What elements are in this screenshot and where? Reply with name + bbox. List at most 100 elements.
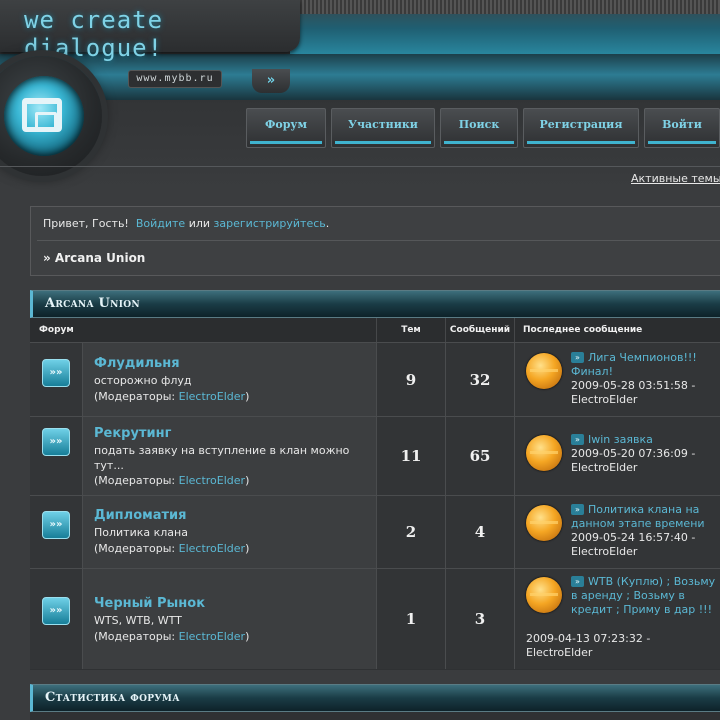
greeting-suffix: . xyxy=(325,217,330,230)
moderator-link[interactable]: ElectroElder xyxy=(179,390,245,403)
last-post-cell: » Политика клана на данном этапе времени … xyxy=(515,496,720,568)
mods-suffix: ) xyxy=(245,474,250,487)
forum-icon-cell: »» xyxy=(30,343,83,416)
last-post-link[interactable]: Iwin заявка xyxy=(588,433,653,446)
forum-row: »» Дипломатия Политика клана (Модераторы… xyxy=(30,495,720,568)
topic-count: 2 xyxy=(377,496,446,568)
last-post-cell: » WTB (Куплю) ; Возьму в аренду ; Возьму … xyxy=(515,569,720,669)
nav-forum[interactable]: Форум xyxy=(246,108,326,148)
mods-suffix: ) xyxy=(245,542,250,555)
forum-row: »» Черный Рынок WTS, WTB, WTT (Модератор… xyxy=(30,568,720,669)
site-slogan: we create dialogue! xyxy=(24,6,164,62)
forum-moderators: (Модераторы: ElectroElder) xyxy=(94,630,249,643)
breadcrumb[interactable]: » Arcana Union xyxy=(43,251,145,265)
forum-status-icon: »» xyxy=(42,428,70,456)
forum-description: подать заявку на вступление в клан можно… xyxy=(94,444,350,472)
topic-count: 11 xyxy=(377,417,446,495)
post-count: 4 xyxy=(446,496,515,568)
column-header-last-post: Последнее сообщение xyxy=(515,318,720,342)
go-to-post-icon[interactable]: » xyxy=(571,352,584,363)
last-post-link[interactable]: Политика клана на данном этапе времени xyxy=(571,503,705,530)
mods-suffix: ) xyxy=(245,390,250,403)
active-topics-bar: Активные темы xyxy=(0,166,720,190)
forum-moderators: (Модераторы: ElectroElder) xyxy=(94,474,249,487)
mods-suffix: ) xyxy=(245,630,250,643)
moderator-link[interactable]: ElectroElder xyxy=(179,630,245,643)
forum-row: »» Флудильня осторожно флуд (Модераторы:… xyxy=(30,342,720,416)
go-to-post-icon[interactable]: » xyxy=(571,434,584,445)
url-go-button[interactable]: » xyxy=(252,69,290,93)
greeting-or: или xyxy=(188,217,211,230)
forum-moderators: (Модераторы: ElectroElder) xyxy=(94,542,249,555)
last-post-author: ElectroElder xyxy=(571,393,638,406)
forum-moderators: (Модераторы: ElectroElder) xyxy=(94,390,249,403)
stats-title: Статистика форума xyxy=(45,690,180,705)
post-count: 65 xyxy=(446,417,515,495)
forum-name-link[interactable]: Дипломатия xyxy=(94,508,187,523)
last-post-link[interactable]: Лига Чемпионов!!! Финал! xyxy=(571,351,697,378)
last-post-cell: » Iwin заявка 2009-05-20 07:36:09 - Elect… xyxy=(515,417,720,495)
mods-prefix: (Модераторы: xyxy=(94,630,176,643)
column-header-forum: Форум xyxy=(30,318,377,342)
nav-search[interactable]: Поиск xyxy=(440,108,518,148)
last-post-author: ElectroElder xyxy=(526,646,593,659)
last-post-date: 2009-05-20 07:36:09 - xyxy=(571,447,696,460)
register-link[interactable]: зарегистрируйтесь xyxy=(214,217,326,230)
last-post-info: 2009-04-13 07:23:32 - ElectroElder xyxy=(526,632,716,660)
last-post-info: » Политика клана на данном этапе времени … xyxy=(571,503,720,559)
forum-icon-cell: »» xyxy=(30,569,83,669)
category-title: Arcana Union xyxy=(45,296,140,311)
go-to-post-icon[interactable]: » xyxy=(571,576,584,587)
last-post-cell: » Лига Чемпионов!!! Финал! 2009-05-28 03:… xyxy=(515,343,720,416)
forum-row: »» Рекрутинг подать заявку на вступление… xyxy=(30,416,720,495)
last-post-link[interactable]: WTB (Куплю) ; Возьму в аренду ; Возьму в… xyxy=(571,575,715,616)
login-link[interactable]: Войдите xyxy=(136,217,185,230)
last-post-info: » Лига Чемпионов!!! Финал! 2009-05-28 03:… xyxy=(571,351,720,407)
main-nav: Форум Участники Поиск Регистрация Войти xyxy=(246,108,720,148)
title-plate: we create dialogue! xyxy=(0,0,300,62)
forum-description: осторожно флуд xyxy=(94,374,192,387)
last-post-title-block: » WTB (Куплю) ; Возьму в аренду ; Возьму … xyxy=(571,575,720,617)
last-post-date: 2009-05-28 03:51:58 - xyxy=(571,379,696,392)
nav-register[interactable]: Регистрация xyxy=(523,108,639,148)
mods-prefix: (Модераторы: xyxy=(94,474,176,487)
category-header[interactable]: Arcana Union xyxy=(30,290,720,318)
logo-glyph-icon xyxy=(22,98,62,132)
last-post-author: ElectroElder xyxy=(571,461,638,474)
last-post-date: 2009-04-13 07:23:32 - xyxy=(526,632,651,645)
nav-login[interactable]: Войти xyxy=(644,108,720,148)
nav-members[interactable]: Участники xyxy=(331,108,435,148)
column-header-topics: Тем xyxy=(377,318,446,342)
forum-name-link[interactable]: Черный Рынок xyxy=(94,596,205,611)
last-post-author: ElectroElder xyxy=(571,545,638,558)
moderator-link[interactable]: ElectroElder xyxy=(179,474,245,487)
forum-name-link[interactable]: Рекрутинг xyxy=(94,426,171,441)
forum-status-icon: »» xyxy=(42,359,70,387)
go-to-post-icon[interactable]: » xyxy=(571,504,584,515)
mods-prefix: (Модераторы: xyxy=(94,390,176,403)
last-post-info: » Iwin заявка 2009-05-20 07:36:09 - Elect… xyxy=(571,433,720,475)
stats-header[interactable]: Статистика форума xyxy=(30,684,720,712)
post-count: 32 xyxy=(446,343,515,416)
forum-table: Форум Тем Сообщений Последнее сообщение … xyxy=(30,318,720,670)
post-count: 3 xyxy=(446,569,515,669)
greeting-text: Привет, Гость! xyxy=(43,217,129,230)
forum-info: Флудильня осторожно флуд (Модераторы: El… xyxy=(83,343,377,416)
moderator-link[interactable]: ElectroElder xyxy=(179,542,245,555)
greeting-box: Привет, Гость! Войдите или зарегистрируй… xyxy=(30,206,720,276)
user-avatar-icon xyxy=(526,353,562,389)
active-topics-link[interactable]: Активные темы xyxy=(631,172,720,185)
user-avatar-icon xyxy=(526,577,562,613)
forum-status-icon: »» xyxy=(42,597,70,625)
forum-info: Рекрутинг подать заявку на вступление в … xyxy=(83,417,377,495)
divider xyxy=(37,240,720,241)
forum-info: Черный Рынок WTS, WTB, WTT (Модераторы: … xyxy=(83,569,377,669)
greeting: Привет, Гость! Войдите или зарегистрируй… xyxy=(43,217,329,230)
last-post-date: 2009-05-24 16:57:40 - xyxy=(571,531,696,544)
forum-icon-cell: »» xyxy=(30,496,83,568)
forum-status-icon: »» xyxy=(42,511,70,539)
forum-name-link[interactable]: Флудильня xyxy=(94,356,180,371)
site-url[interactable]: www.mybb.ru xyxy=(128,70,222,88)
topic-count: 1 xyxy=(377,569,446,669)
user-avatar-icon xyxy=(526,505,562,541)
